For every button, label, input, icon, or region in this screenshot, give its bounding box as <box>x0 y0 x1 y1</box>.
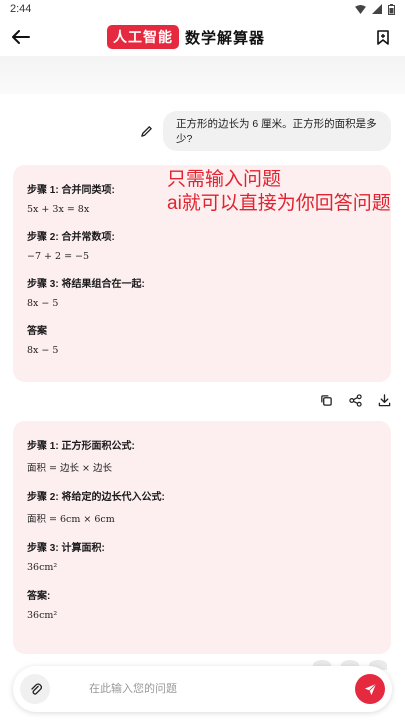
download-button[interactable] <box>374 390 394 410</box>
step-equation: 36cm² <box>27 562 58 573</box>
page-title: 数学解算器 <box>185 29 266 47</box>
promo-line-1: 只需输入问题 <box>167 169 282 190</box>
edit-button[interactable] <box>134 119 158 143</box>
copy-button[interactable] <box>316 390 336 410</box>
step-title: 步骤 3: 计算面积: <box>27 543 105 554</box>
header-fade <box>0 56 405 94</box>
step-title: 步骤 2: 合并常数项: <box>27 232 115 243</box>
user-message-row: 正方形的边长为 6 厘米。正方形的面积是多少? <box>0 111 405 151</box>
step-block: 步骤 2: 将给定的边长代入公式: 面积 = 6cm × 6cm <box>27 488 377 525</box>
user-message-text: 正方形的边长为 6 厘米。正方形的面积是多少? <box>176 118 377 145</box>
download-icon <box>378 393 390 406</box>
step-block: 答案: 36cm² <box>27 587 377 621</box>
attach-button[interactable] <box>20 674 50 704</box>
send-icon <box>364 683 376 695</box>
step-equation: 面积 = 边长 × 边长 <box>27 463 112 474</box>
send-button[interactable] <box>355 674 385 704</box>
app-bar: 人工智能 数学解算器 <box>0 18 405 56</box>
question-input[interactable] <box>89 678 339 700</box>
step-block: 步骤 2: 合并常数项: −7 + 2 = −5 <box>27 228 377 262</box>
battery-icon <box>388 3 395 15</box>
answer-equation: 8x − 5 <box>27 345 59 356</box>
step-block: 答案 8x − 5 <box>27 322 377 356</box>
copy-icon <box>320 394 332 406</box>
step-equation: −7 + 2 = −5 <box>27 251 90 262</box>
bookmark-button[interactable] <box>373 26 393 48</box>
chat-input-bar <box>13 666 392 712</box>
step-equation: 8x − 5 <box>27 298 59 309</box>
answer-title: 答案: <box>27 591 51 602</box>
share-button[interactable] <box>345 390 365 410</box>
signal-icon <box>372 4 382 14</box>
answer-title: 答案 <box>27 326 47 337</box>
arrow-left-icon <box>12 30 30 44</box>
answer-equation: 36cm² <box>27 610 58 621</box>
step-title: 步骤 1: 正方形面积公式: <box>27 441 135 452</box>
paperclip-icon <box>30 683 42 695</box>
app-title: 人工智能 数学解算器 <box>107 25 265 49</box>
promo-overlay-text: 只需输入问题 ai就可以直接为你回答问题 <box>167 168 391 216</box>
step-title: 步骤 2: 将给定的边长代入公式: <box>27 492 165 503</box>
user-message-bubble: 正方形的边长为 6 厘米。正方形的面积是多少? <box>163 111 391 151</box>
step-block: 步骤 1: 正方形面积公式: 面积 = 边长 × 边长 <box>27 437 377 474</box>
ai-badge: 人工智能 <box>107 25 179 49</box>
step-title: 步骤 3: 将结果组合在一起: <box>27 279 145 290</box>
back-button[interactable] <box>8 24 34 50</box>
status-time: 2:44 <box>10 3 32 15</box>
step-block: 步骤 3: 将结果组合在一起: 8x − 5 <box>27 275 377 309</box>
status-icons <box>355 3 395 15</box>
share-icon <box>348 393 362 407</box>
bookmark-icon <box>377 29 389 45</box>
answer-card-2: 步骤 1: 正方形面积公式: 面积 = 边长 × 边长 步骤 2: 将给定的边长… <box>13 421 391 654</box>
step-equation: 面积 = 6cm × 6cm <box>27 514 115 525</box>
answer-actions <box>316 390 394 410</box>
status-bar: 2:44 <box>0 0 405 18</box>
wifi-icon <box>355 4 366 14</box>
step-block: 步骤 3: 计算面积: 36cm² <box>27 539 377 573</box>
pencil-icon <box>140 125 152 137</box>
promo-line-2: ai就可以直接为你回答问题 <box>167 193 391 214</box>
